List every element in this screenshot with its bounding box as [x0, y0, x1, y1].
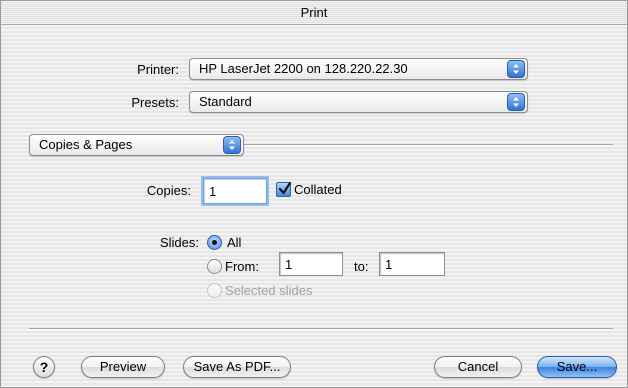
cancel-button-label: Cancel — [457, 359, 499, 374]
printer-label: Printer: — [137, 62, 179, 77]
bottom-divider — [29, 328, 613, 330]
printer-popup-value: HP LaserJet 2200 on 128.220.22.30 — [199, 61, 408, 76]
popup-arrows-icon — [507, 60, 525, 78]
save-as-pdf-button-label: Save As PDF... — [193, 359, 281, 374]
to-input[interactable] — [380, 253, 444, 275]
presets-popup-value: Standard — [199, 94, 252, 109]
from-field[interactable] — [279, 252, 343, 276]
help-icon: ? — [39, 359, 49, 375]
presets-popup[interactable]: Standard — [189, 91, 528, 113]
copies-label: Copies: — [146, 183, 191, 198]
help-button[interactable]: ? — [33, 356, 55, 378]
to-field[interactable] — [379, 252, 445, 276]
copies-input[interactable] — [204, 179, 266, 203]
popup-arrows-icon — [507, 93, 525, 111]
from-input[interactable] — [280, 253, 342, 275]
panel-popup[interactable]: Copies & Pages — [29, 134, 244, 156]
save-button-label: Save... — [556, 359, 598, 374]
radio-selected-slides[interactable] — [207, 283, 222, 298]
panel-popup-value: Copies & Pages — [39, 137, 133, 152]
collated-label[interactable]: Collated — [294, 182, 342, 198]
cancel-button[interactable]: Cancel — [434, 356, 522, 378]
radio-from[interactable] — [207, 259, 222, 274]
title-bar[interactable]: Print — [1, 1, 627, 25]
radio-from-label[interactable]: From: — [225, 259, 259, 275]
to-label: to: — [354, 259, 369, 274]
save-as-pdf-button[interactable]: Save As PDF... — [183, 356, 291, 378]
preview-button[interactable]: Preview — [81, 356, 165, 378]
printer-popup[interactable]: HP LaserJet 2200 on 128.220.22.30 — [189, 58, 528, 80]
window-title: Print — [300, 5, 328, 20]
save-button[interactable]: Save... — [537, 356, 617, 378]
print-dialog: Print Printer: HP LaserJet 2200 on 128.2… — [0, 0, 628, 388]
panel-divider — [244, 144, 613, 146]
radio-all-label[interactable]: All — [227, 235, 241, 251]
preview-button-label: Preview — [99, 359, 147, 374]
copies-field[interactable] — [203, 178, 267, 204]
radio-all[interactable] — [207, 235, 222, 250]
presets-label: Presets: — [131, 95, 179, 110]
collated-checkbox[interactable] — [276, 181, 292, 197]
slides-label: Slides: — [159, 235, 199, 250]
popup-arrows-icon — [223, 136, 241, 154]
radio-selected-slides-label: Selected slides — [225, 283, 313, 298]
